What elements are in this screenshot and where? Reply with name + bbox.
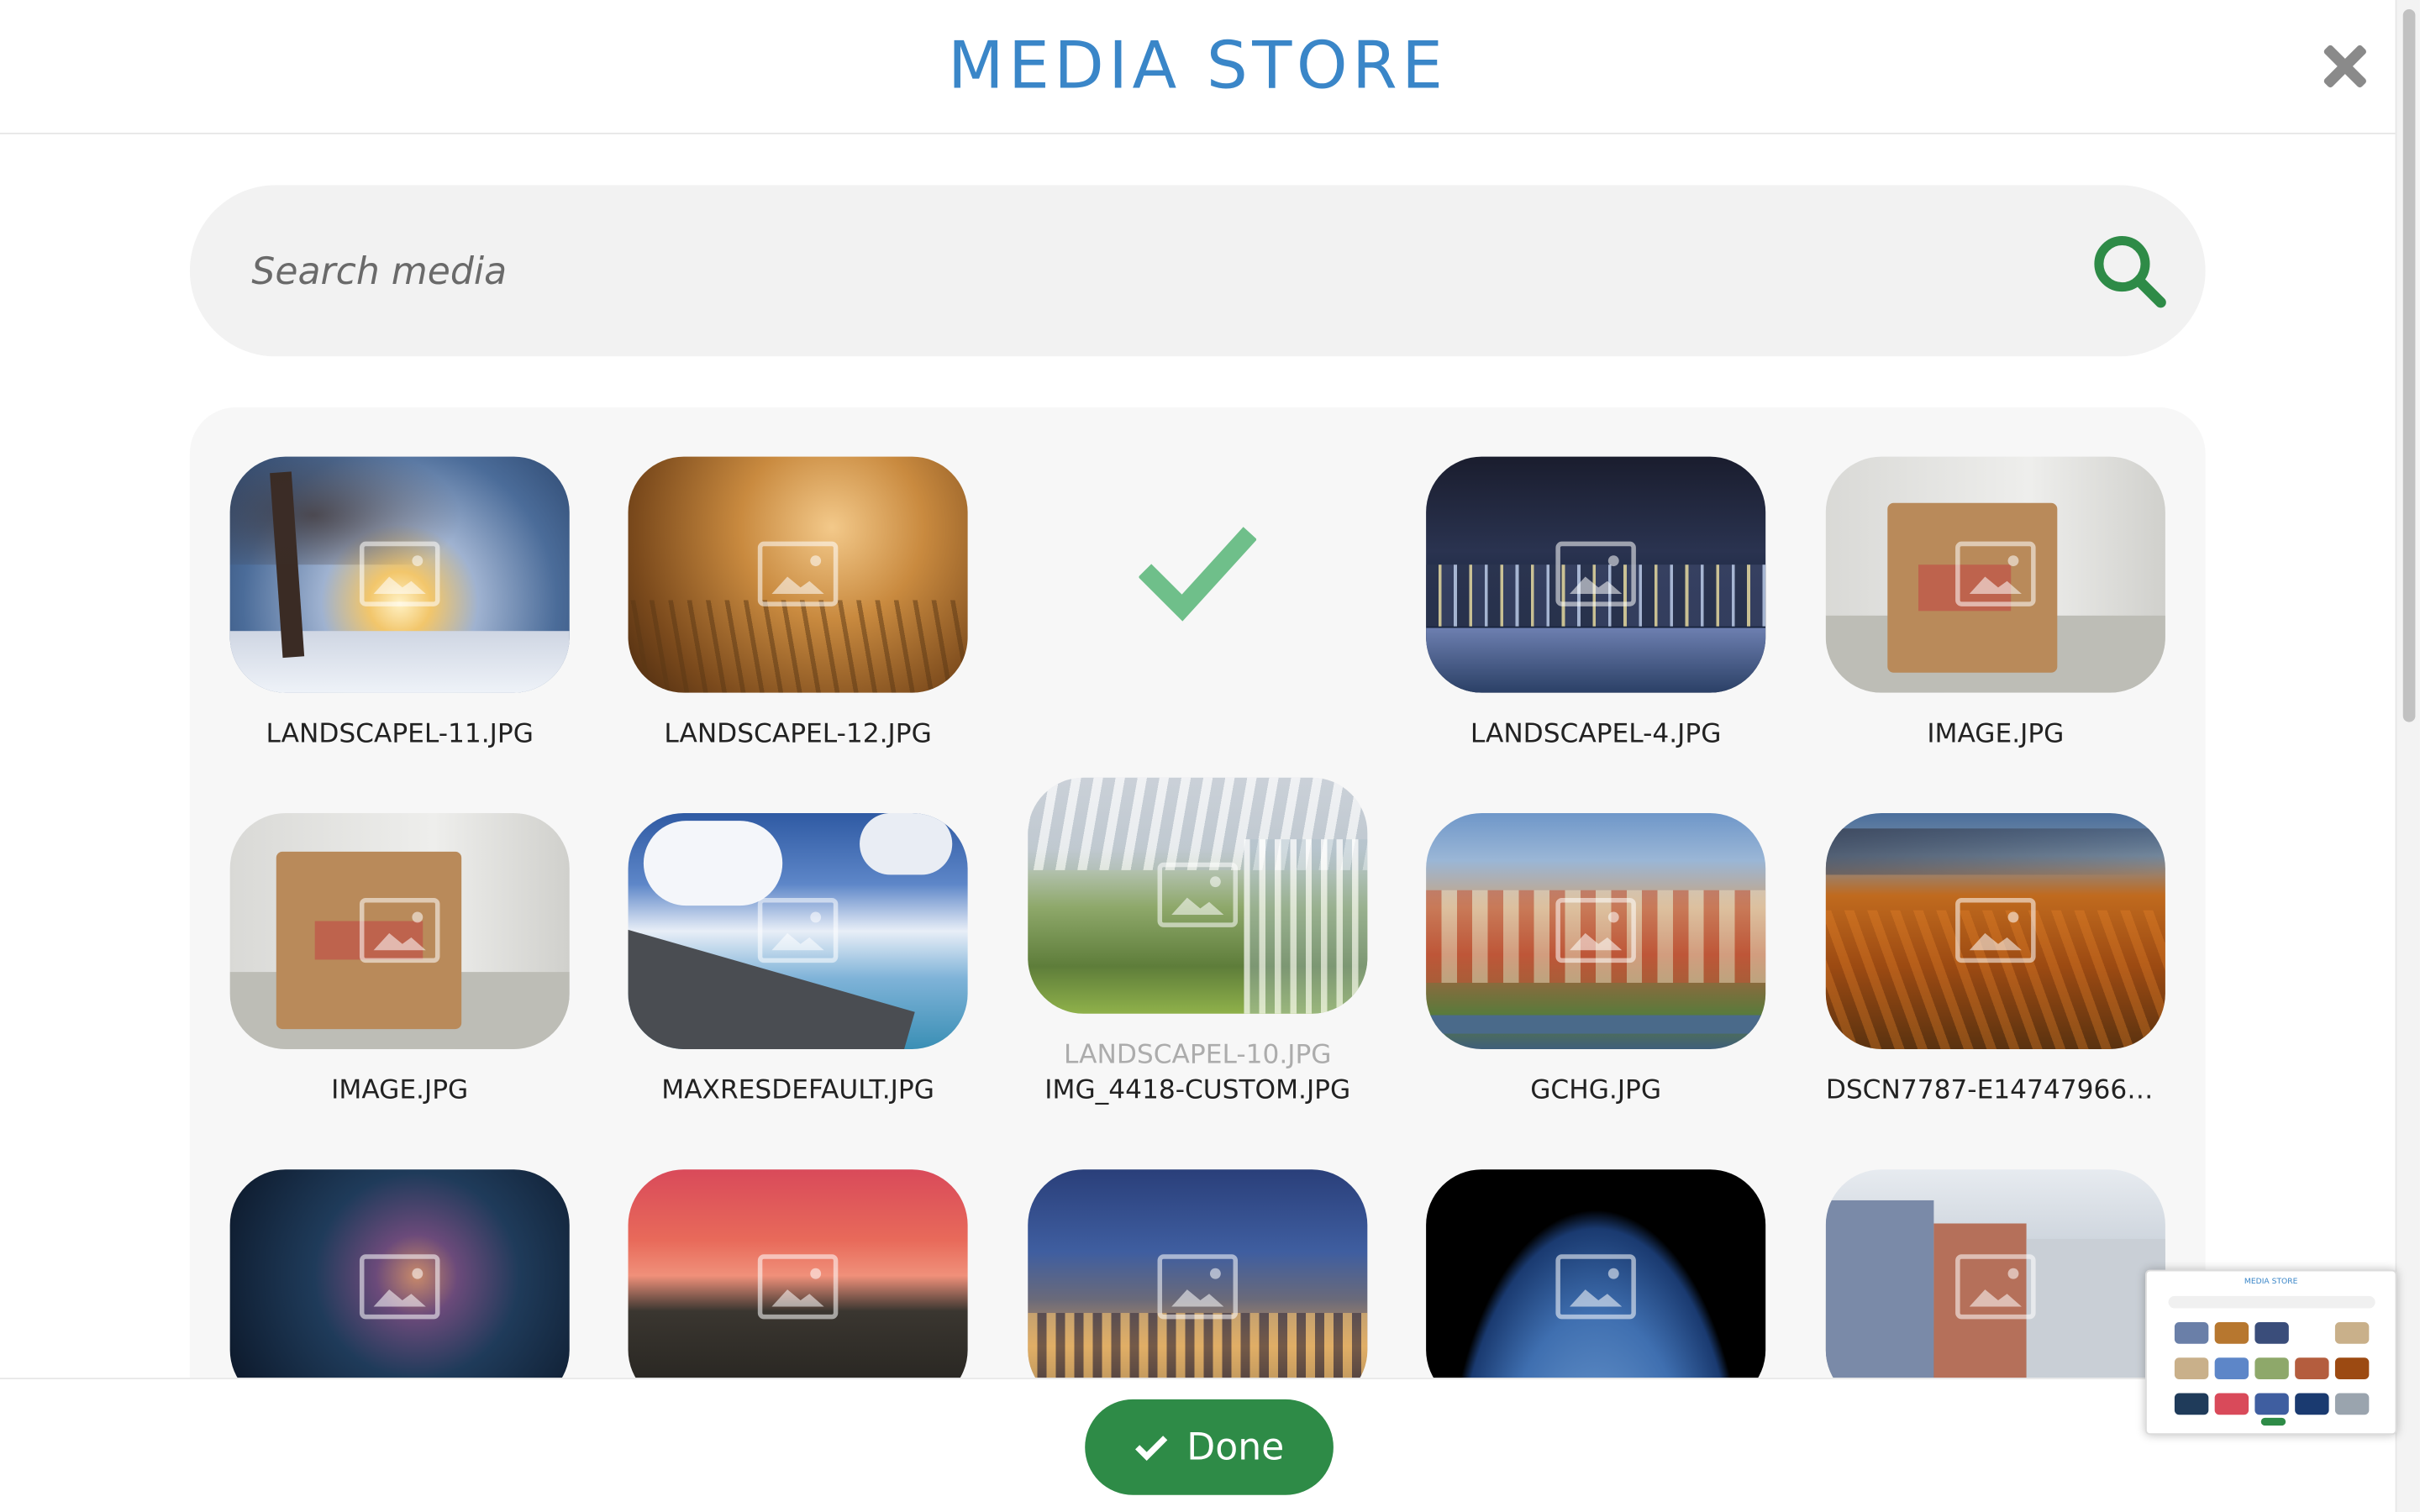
media-item[interactable]: GCHG.JPG — [1426, 812, 1766, 1106]
media-filename: DSCN7787-E14747966606... — [1825, 1075, 2165, 1106]
check-icon — [1139, 527, 1257, 622]
media-filename: LANDSCAPEL-11.JPG — [266, 718, 534, 750]
image-placeholder-icon — [757, 541, 839, 606]
media-grid: LANDSCAPEL-11.JPG LANDSCAPEL-12.JPG LAND… — [189, 407, 2206, 1395]
media-item-selected[interactable] — [1028, 457, 1367, 719]
minimap-cell — [2214, 1322, 2249, 1344]
minimap-cell — [2334, 1357, 2370, 1380]
image-placeholder-icon — [1157, 1254, 1239, 1320]
minimap-cell — [2254, 1357, 2289, 1380]
image-placeholder-icon — [1955, 897, 2036, 963]
image-placeholder-icon — [1555, 1254, 1636, 1320]
media-item[interactable]: DSCN7787-E14747966606... — [1825, 812, 2165, 1106]
close-icon[interactable] — [2315, 37, 2374, 96]
media-thumbnail[interactable] — [628, 456, 968, 693]
minimap-cell — [2174, 1322, 2209, 1344]
minimap-cell — [2214, 1357, 2249, 1380]
search-bar — [189, 185, 2206, 357]
minimap-cell — [2334, 1393, 2370, 1415]
page-title: MEDIA STORE — [948, 28, 1448, 104]
media-filename: GCHG.JPG — [1530, 1075, 1662, 1106]
media-thumbnail[interactable] — [1825, 812, 2165, 1049]
media-thumbnail[interactable] — [1028, 1169, 1368, 1395]
media-item[interactable] — [1426, 1169, 1766, 1395]
media-item-dragging[interactable]: LANDSCAPEL-10.JPG IMG_4418-CUSTOM.JPG — [1028, 777, 1368, 1106]
done-label: Done — [1186, 1425, 1285, 1469]
media-thumbnail[interactable] — [1825, 456, 2165, 693]
media-filename: MAXRESDEFAULT.JPG — [661, 1075, 934, 1106]
media-item[interactable]: MAXRESDEFAULT.JPG — [628, 812, 968, 1106]
media-item[interactable]: LANDSCAPEL-4.JPG — [1426, 456, 1766, 750]
media-thumbnail[interactable] — [1028, 777, 1368, 1014]
done-button[interactable]: Done — [1085, 1399, 1334, 1495]
media-thumbnail[interactable] — [1426, 456, 1766, 693]
image-placeholder-icon — [359, 541, 440, 606]
image-placeholder-icon — [1955, 1254, 2036, 1320]
modal-header: MEDIA STORE — [0, 0, 2396, 134]
minimap-cell — [2254, 1322, 2289, 1344]
minimap-cell — [2295, 1357, 2329, 1380]
image-placeholder-icon — [1157, 862, 1239, 927]
image-placeholder-icon — [1555, 897, 1636, 963]
image-placeholder-icon — [757, 897, 839, 963]
media-item[interactable]: IMAGE.JPG — [1825, 456, 2165, 750]
modal-footer: Done — [0, 1378, 2396, 1512]
media-filename: IMAGE.JPG — [1927, 718, 2065, 750]
media-filename: IMAGE.JPG — [331, 1075, 469, 1106]
search-icon[interactable] — [2091, 233, 2169, 310]
image-placeholder-icon — [359, 1254, 440, 1320]
media-filename: LANDSCAPEL-12.JPG — [664, 718, 932, 750]
minimap-cell — [2334, 1322, 2370, 1344]
media-thumbnail[interactable] — [229, 812, 570, 1049]
drag-ghost-filename: LANDSCAPEL-10.JPG — [1064, 1039, 1332, 1071]
minimap-done-button — [2260, 1417, 2286, 1426]
media-item[interactable] — [229, 1169, 570, 1395]
media-item[interactable]: LANDSCAPEL-12.JPG — [628, 456, 968, 750]
image-placeholder-icon — [1555, 541, 1636, 606]
media-thumbnail[interactable] — [1426, 812, 1766, 1049]
media-thumbnail[interactable] — [1426, 1169, 1766, 1395]
minimap-cell — [2254, 1393, 2289, 1415]
minimap-search — [2168, 1295, 2375, 1309]
scrollbar-thumb[interactable] — [2402, 9, 2416, 722]
media-item[interactable]: IMAGE.JPG — [229, 812, 570, 1106]
media-filename: LANDSCAPEL-4.JPG — [1470, 718, 1722, 750]
image-placeholder-icon — [1955, 541, 2036, 606]
minimap-cell — [2295, 1393, 2329, 1415]
media-thumbnail[interactable] — [229, 456, 570, 693]
image-placeholder-icon — [757, 1254, 839, 1320]
search-input[interactable] — [251, 240, 2027, 302]
media-thumbnail[interactable] — [628, 812, 968, 1049]
media-item[interactable] — [1028, 1169, 1368, 1395]
media-thumbnail[interactable] — [628, 1169, 968, 1395]
check-icon — [1134, 1436, 1168, 1462]
media-thumbnail[interactable] — [229, 1169, 570, 1395]
scrollbar[interactable] — [2395, 0, 2420, 1512]
media-thumbnail[interactable] — [1028, 457, 1367, 693]
minimap-title: MEDIA STORE — [2244, 1277, 2298, 1287]
media-item[interactable] — [1825, 1169, 2165, 1395]
minimap-cell — [2214, 1393, 2249, 1415]
media-thumbnail[interactable] — [1825, 1169, 2165, 1395]
minimap-cell — [2174, 1393, 2209, 1415]
media-filename: IMG_4418-CUSTOM.JPG — [1044, 1075, 1351, 1106]
page-minimap[interactable]: MEDIA STORE — [2145, 1269, 2397, 1436]
media-item[interactable]: LANDSCAPEL-11.JPG — [229, 456, 570, 750]
minimap-cell — [2295, 1322, 2329, 1344]
media-item[interactable] — [628, 1169, 968, 1395]
image-placeholder-icon — [359, 897, 440, 963]
minimap-cell — [2174, 1357, 2209, 1380]
